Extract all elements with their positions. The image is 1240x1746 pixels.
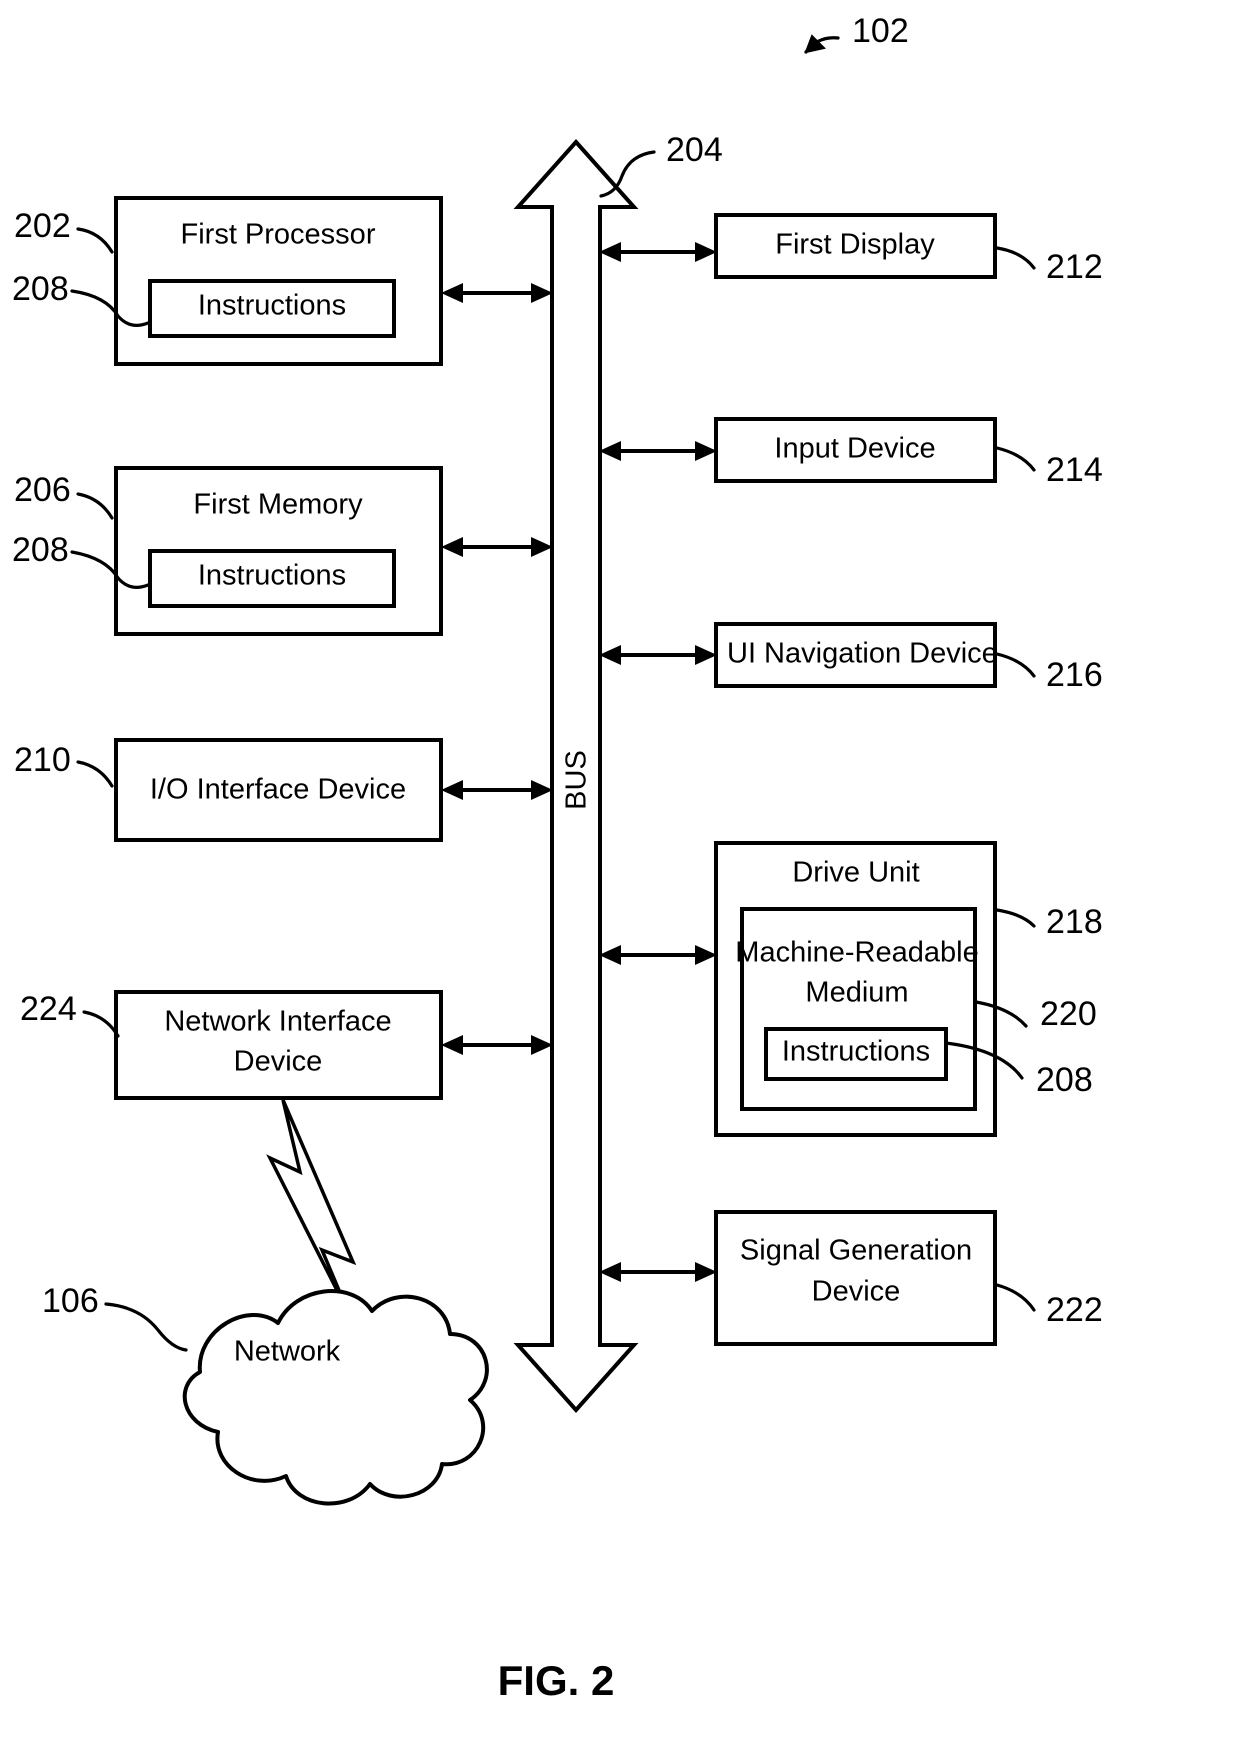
ref-206: 206 — [14, 471, 71, 509]
connector-memory-bus — [441, 537, 553, 557]
ref-222: 222 — [1046, 1291, 1103, 1329]
leader-222 — [995, 1283, 1036, 1312]
signal-generation-device-label-line1: Signal Generation — [740, 1235, 972, 1267]
network-cloud-shape — [182, 1289, 489, 1506]
input-device-label: Input Device — [774, 433, 935, 465]
connector-bus-driveunit — [599, 945, 717, 965]
connector-io-bus — [441, 780, 553, 800]
bus-label: BUS — [561, 750, 593, 810]
connector-bus-uinav — [599, 645, 717, 665]
leader-214 — [995, 446, 1036, 472]
network-interface-device-label-line2: Device — [234, 1046, 323, 1078]
drive-unit-label: Drive Unit — [792, 857, 919, 889]
system-ref-callout — [804, 34, 840, 54]
leader-206 — [76, 492, 114, 520]
ref-220: 220 — [1040, 995, 1097, 1033]
figure-caption: FIG. 2 — [498, 1657, 615, 1704]
connector-processor-bus — [441, 283, 553, 303]
ref-212: 212 — [1046, 248, 1103, 286]
connector-bus-display — [599, 242, 717, 262]
ref-214: 214 — [1046, 451, 1103, 489]
ref-208-memory: 208 — [12, 531, 69, 569]
ref-208-drive: 208 — [1036, 1061, 1093, 1099]
ref-106: 106 — [42, 1282, 99, 1320]
io-interface-device-label: I/O Interface Device — [150, 774, 406, 806]
ui-navigation-device-label: UI Navigation Device — [727, 638, 998, 670]
ref-204: 204 — [666, 131, 723, 169]
first-display-label: First Display — [775, 229, 935, 261]
ref-202: 202 — [14, 207, 71, 245]
connector-bus-signalgen — [599, 1262, 717, 1282]
first-processor-instructions-label: Instructions — [198, 290, 346, 322]
leader-210 — [76, 760, 114, 788]
wireless-link-icon — [266, 1099, 357, 1315]
first-memory-instructions-label: Instructions — [198, 560, 346, 592]
leader-106 — [104, 1302, 188, 1352]
ref-210: 210 — [14, 741, 71, 779]
patent-figure-2: 102 BUS 204 First Processor Instructions… — [0, 0, 1240, 1746]
network-label: Network — [234, 1336, 341, 1368]
leader-218 — [995, 908, 1036, 928]
ref-102: 102 — [852, 12, 909, 50]
first-processor-label: First Processor — [181, 219, 376, 251]
first-memory-label: First Memory — [193, 489, 363, 521]
ref-208-processor: 208 — [12, 270, 69, 308]
leader-202 — [76, 227, 114, 254]
ref-224: 224 — [20, 990, 77, 1028]
machine-readable-medium-label-line2: Medium — [805, 977, 908, 1009]
ref-216: 216 — [1046, 656, 1103, 694]
leader-224 — [82, 1010, 120, 1038]
ref-218: 218 — [1046, 903, 1103, 941]
drive-unit-instructions-label: Instructions — [782, 1036, 930, 1068]
signal-generation-device-label-line2: Device — [812, 1276, 901, 1308]
leader-212 — [995, 246, 1036, 270]
connector-nid-bus — [441, 1035, 553, 1055]
leader-216 — [995, 652, 1036, 678]
connector-bus-input — [599, 441, 717, 461]
machine-readable-medium-label-line1: Machine-Readable — [735, 937, 978, 969]
network-interface-device-label-line1: Network Interface — [164, 1006, 391, 1038]
